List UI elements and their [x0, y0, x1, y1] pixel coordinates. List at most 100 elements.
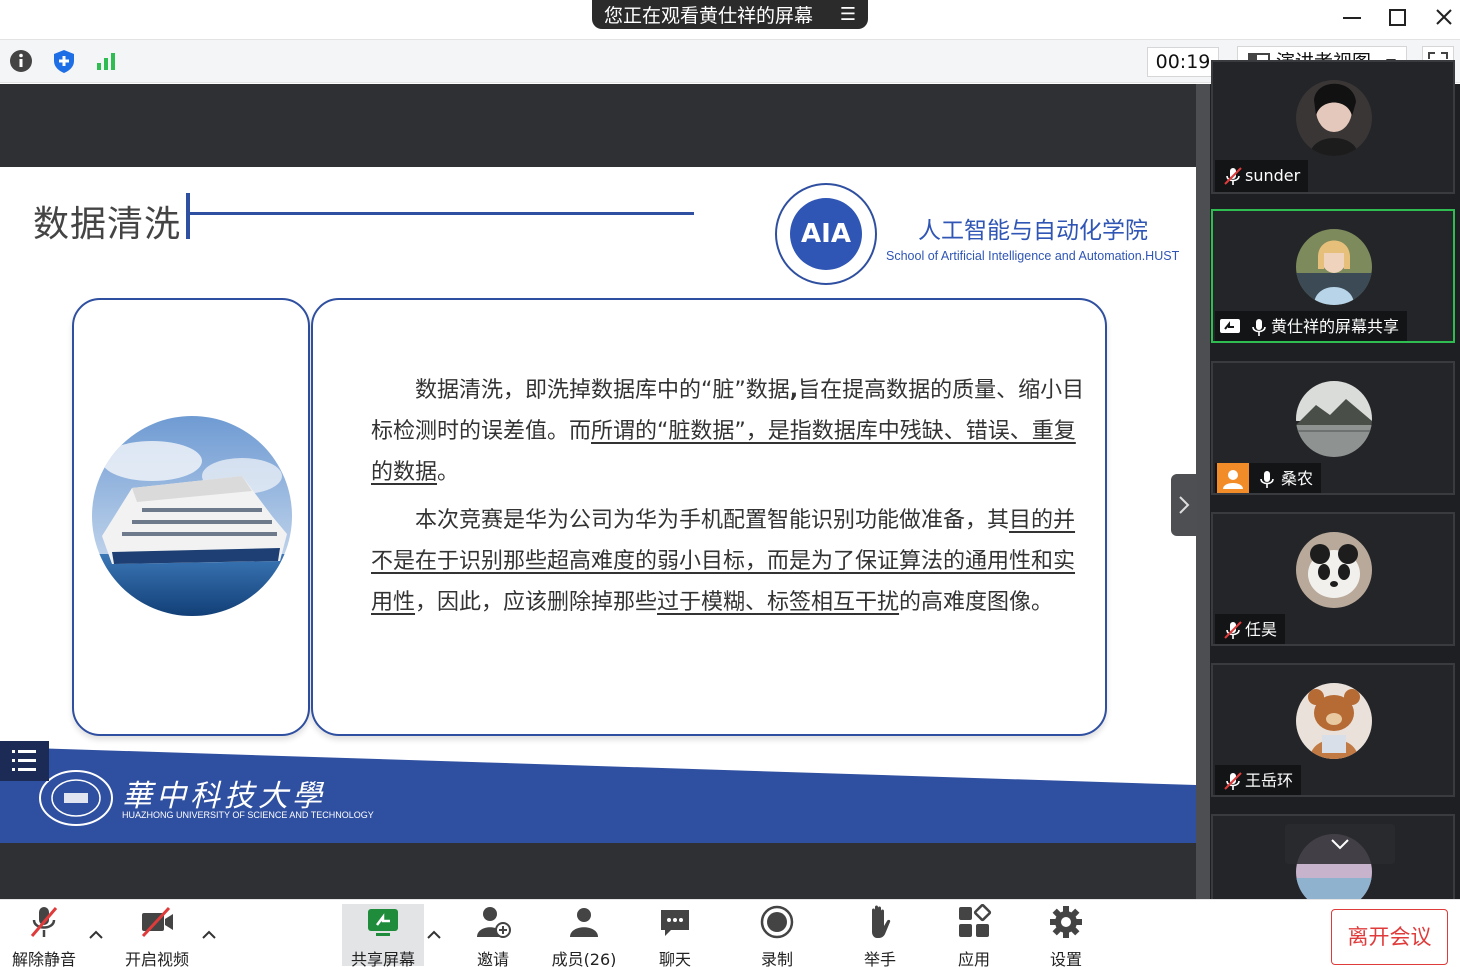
- video-off-icon: [141, 906, 173, 938]
- mic-muted-icon: [1224, 621, 1242, 639]
- video-options-chevron-up-icon[interactable]: [202, 924, 216, 943]
- add-person-icon: [477, 907, 511, 938]
- share-screen-button[interactable]: 共享屏幕: [342, 904, 424, 967]
- hust-emblem: [39, 770, 113, 826]
- info-icon[interactable]: [7, 47, 35, 75]
- participant-name: 任昊: [1245, 620, 1278, 639]
- university-name-cn: 華中科技大學: [122, 779, 326, 814]
- mic-muted-icon: [1224, 772, 1242, 790]
- leave-meeting-button[interactable]: 离开会议: [1331, 909, 1448, 965]
- start-video-button[interactable]: 开启视频: [118, 904, 196, 967]
- meeting-timer: 00:19: [1147, 47, 1219, 77]
- participant-name-bar: 任昊: [1215, 614, 1286, 644]
- maximize-icon[interactable]: [1383, 4, 1413, 30]
- participant-name-bar: sunder: [1215, 160, 1309, 192]
- school-name-cn: 人工智能与自动化学院: [918, 218, 1148, 244]
- scroll-down-button[interactable]: [1285, 824, 1395, 864]
- signal-icon[interactable]: [92, 47, 120, 75]
- gear-icon: [1050, 906, 1082, 938]
- raise-hand-button[interactable]: 举手: [850, 904, 910, 967]
- members-label: 成员(26): [551, 950, 617, 967]
- title-accent-bar: [186, 193, 190, 239]
- participant-name-bar: 黄仕祥的屏幕共享: [1215, 311, 1408, 341]
- unmute-label: 解除静音: [11, 950, 76, 967]
- paragraph-segment: ,: [789, 378, 799, 403]
- shared-screen-area: 数据清洗 AIA 人工智能与自动化学院 School of Artificial…: [0, 84, 1196, 899]
- apps-button[interactable]: 应用: [944, 904, 1004, 967]
- slide-list-icon[interactable]: [0, 741, 49, 781]
- apps-label: 应用: [957, 950, 990, 967]
- paragraph-segment: 本次竞赛是华为公司为华为手机配置智能识别功能做准备，其: [415, 508, 1010, 533]
- minimize-icon[interactable]: [1337, 4, 1367, 30]
- participant-tile[interactable]: 桑农: [1211, 361, 1455, 495]
- hand-icon: [872, 905, 891, 938]
- avatar: [1296, 532, 1372, 608]
- screen-share-banner[interactable]: 您正在观看黄仕祥的屏幕 ☰: [592, 0, 868, 29]
- avatar: [1296, 683, 1372, 759]
- participant-panel: sunder 黄仕祥的屏幕共享 桑农 任昊 王岳环: [1210, 60, 1460, 948]
- paragraph-segment: 的高难度图像。: [899, 590, 1054, 615]
- invite-label: 邀请: [476, 950, 509, 967]
- unmute-button[interactable]: 解除静音: [6, 904, 82, 967]
- presentation-slide: 数据清洗 AIA 人工智能与自动化学院 School of Artificial…: [0, 167, 1196, 843]
- paragraph-competition: 本次竞赛是华为公司为华为手机配置智能识别功能做准备，其目的并不是在于识别那些超高…: [371, 500, 1087, 623]
- paragraph-segment: 。: [437, 460, 460, 485]
- members-icon: [570, 908, 598, 937]
- paragraph-definition: 数据清洗，即洗掉数据库中的“脏”数据,旨在提高数据的质量、缩小目标检测时的误差值…: [371, 370, 1087, 493]
- participant-name: 黄仕祥的屏幕共享: [1271, 317, 1400, 336]
- apps-icon: [959, 904, 992, 937]
- share-options-chevron-up-icon[interactable]: [427, 924, 441, 943]
- text-card: 数据清洗，即洗掉数据库中的“脏”数据,旨在提高数据的质量、缩小目标检测时的误差值…: [311, 298, 1107, 736]
- panel-divider[interactable]: [1196, 84, 1210, 899]
- invite-button[interactable]: 邀请: [462, 904, 524, 967]
- audio-options-chevron-up-icon[interactable]: [89, 924, 103, 943]
- participant-tile[interactable]: sunder: [1211, 60, 1455, 194]
- slide-title: 数据清洗: [33, 204, 182, 245]
- participant-name: 王岳环: [1245, 771, 1294, 790]
- participant-name: 桑农: [1281, 469, 1314, 488]
- avatar: [1296, 381, 1372, 457]
- share-banner-text: 您正在观看黄仕祥的屏幕: [604, 5, 814, 27]
- members-button[interactable]: 成员(26): [548, 904, 620, 967]
- record-icon: [760, 905, 794, 939]
- paragraph-segment: ，因此，应该删除掉那些: [415, 590, 658, 615]
- collapse-panel-button[interactable]: [1171, 474, 1197, 536]
- chat-label: 聊天: [658, 950, 691, 967]
- participant-tile-active[interactable]: 黄仕祥的屏幕共享: [1211, 209, 1455, 343]
- share-screen-label: 共享屏幕: [350, 950, 415, 967]
- default-avatar-icon: [1217, 463, 1249, 493]
- meeting-window: 您正在观看黄仕祥的屏幕 ☰ 00:19 演讲者视图: [0, 0, 1460, 967]
- mic-icon: [1260, 471, 1274, 488]
- avatar: [1296, 80, 1372, 156]
- chat-icon: [661, 910, 689, 936]
- aia-logo: AIA: [775, 183, 877, 285]
- start-video-label: 开启视频: [124, 950, 189, 967]
- record-label: 录制: [760, 950, 793, 967]
- settings-label: 设置: [1049, 950, 1082, 967]
- university-name-en: HUAZHONG UNIVERSITY OF SCIENCE AND TECHN…: [122, 810, 374, 820]
- avatar: [1296, 229, 1372, 305]
- mic-muted-icon: [1224, 167, 1242, 185]
- screen-share-icon: [1220, 319, 1240, 333]
- participant-tile[interactable]: 王岳环: [1211, 663, 1455, 797]
- aia-logo-text: AIA: [801, 219, 851, 249]
- chat-button[interactable]: 聊天: [645, 904, 705, 967]
- mic-icon: [1252, 319, 1266, 336]
- share-screen-icon: [368, 909, 398, 936]
- image-card: [72, 298, 310, 736]
- record-button[interactable]: 录制: [747, 904, 807, 967]
- participant-name: sunder: [1245, 166, 1301, 185]
- close-icon[interactable]: [1429, 4, 1459, 30]
- raise-hand-label: 举手: [863, 950, 896, 967]
- title-bar: 您正在观看黄仕祥的屏幕 ☰: [0, 0, 1460, 38]
- title-underline: [190, 212, 694, 215]
- paragraph-segment: 过于模糊、标签相互干扰: [657, 590, 900, 615]
- banner-menu-icon[interactable]: ☰: [840, 4, 856, 25]
- school-name-en: School of Artificial Intelligence and Au…: [886, 249, 1180, 263]
- cruise-ship-image: [92, 416, 292, 616]
- chevron-right-icon: [1179, 496, 1190, 514]
- control-bar: 解除静音 开启视频 共享屏幕 邀请 成员(26) 聊天 录制 举手 应用 设置 …: [0, 899, 1460, 967]
- participant-tile[interactable]: 任昊: [1211, 512, 1455, 646]
- shield-icon[interactable]: [50, 47, 78, 75]
- settings-button[interactable]: 设置: [1036, 904, 1096, 967]
